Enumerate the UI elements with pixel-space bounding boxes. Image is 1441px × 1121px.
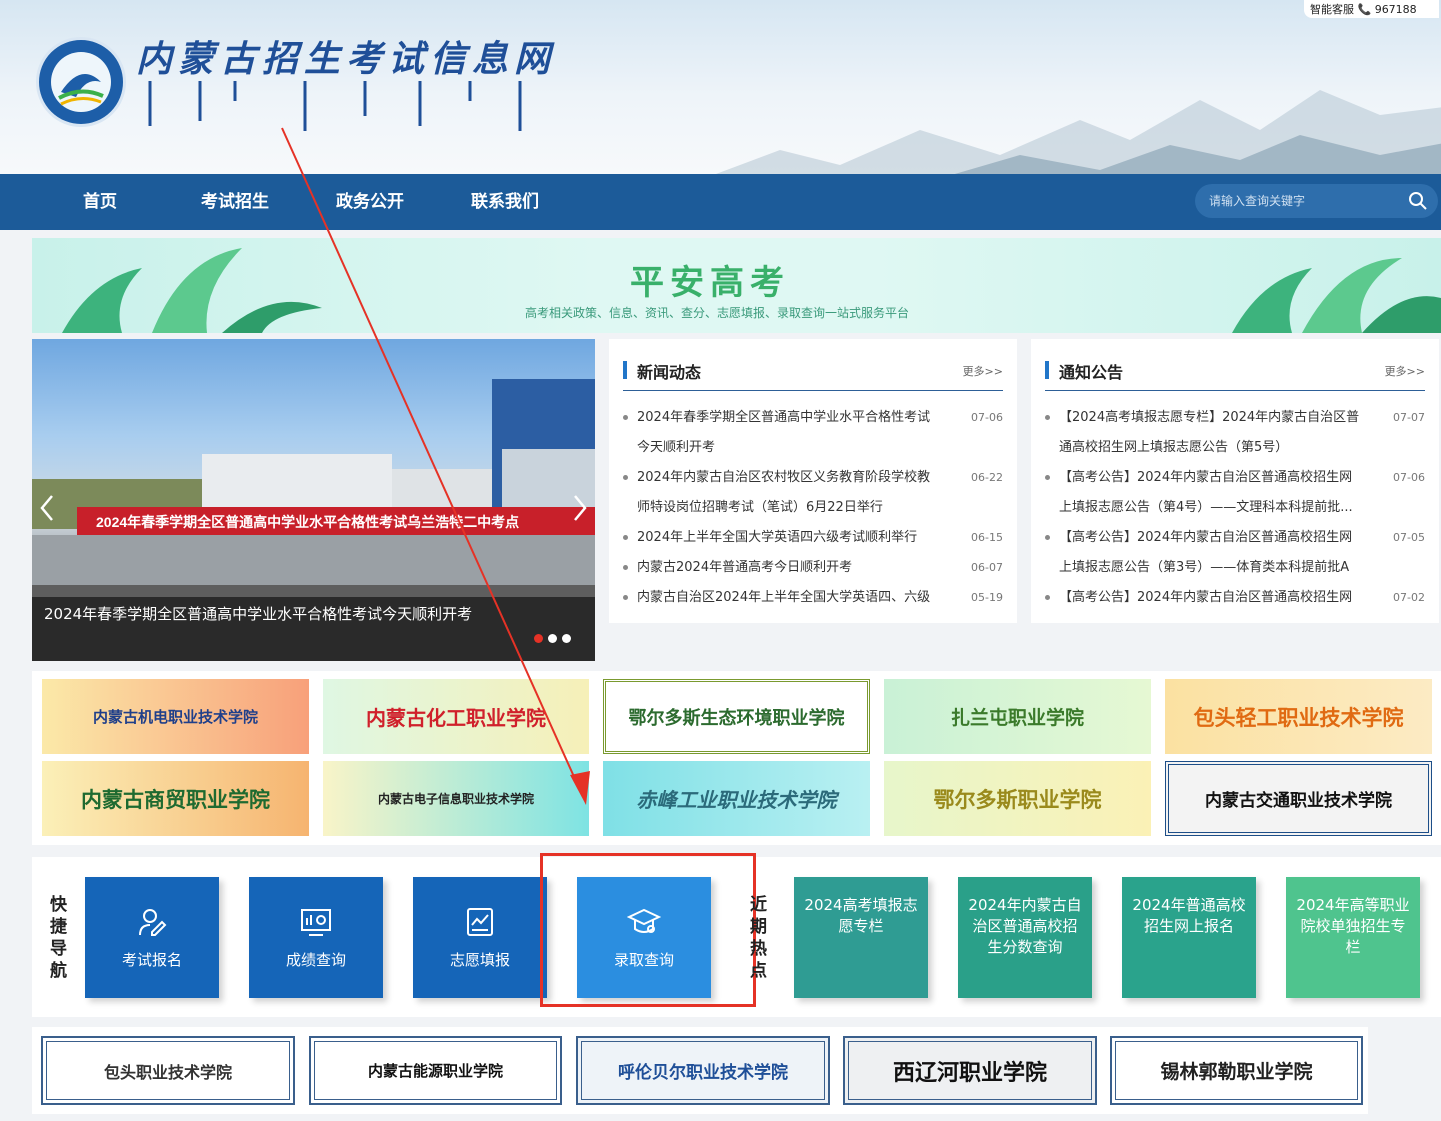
score-query-button[interactable]: 成绩查询 (249, 877, 383, 998)
college-name: 内蒙古商贸职业学院 (81, 786, 270, 812)
slider-dot-1[interactable] (534, 634, 543, 643)
slider-dot-3[interactable] (562, 634, 571, 643)
customer-service-hotline[interactable]: 智能客服 📞 967188 (1304, 0, 1439, 18)
slider-prev-icon[interactable] (38, 493, 56, 523)
mountain-decoration (716, 90, 1441, 174)
news-panel-header: 新闻动态 更多>> (623, 357, 1003, 391)
news-more-link[interactable]: 更多>> (963, 363, 1003, 379)
college-name: 内蒙古电子信息职业技术学院 (377, 792, 534, 806)
banner-title: 平安高考 (630, 263, 790, 303)
news-panel-title: 新闻动态 (637, 363, 702, 382)
application-fill-label: 志愿填报 (449, 951, 510, 969)
college-name: 鄂尔多斯生态环境职业学院 (628, 707, 845, 729)
hot-topic-link[interactable]: 2024年高等职业院校单独招生专栏 (1286, 877, 1420, 998)
college-name: 扎兰屯职业学院 (950, 707, 1084, 729)
slider-dot-2[interactable] (548, 634, 557, 643)
panel-accent-bar (623, 361, 627, 379)
nav-contact-us[interactable]: 联系我们 (471, 174, 539, 230)
chart-report-icon (467, 908, 493, 936)
college-name: 赤峰工业职业技术学院 (636, 788, 837, 812)
quick-nav-label: 快捷导航 (50, 895, 67, 981)
notices-panel-title: 通知公告 (1059, 363, 1124, 382)
bottom-college-link[interactable]: 锡林郭勒职业学院 (1110, 1036, 1363, 1105)
college-link[interactable]: 内蒙古机电职业技术学院 (42, 679, 309, 754)
bottom-college-link[interactable]: 内蒙古能源职业学院 (309, 1036, 562, 1105)
bottom-college-link[interactable]: 西辽河职业学院 (843, 1036, 1097, 1105)
college-link[interactable]: 内蒙古商贸职业学院 (42, 761, 309, 836)
search-box (1195, 184, 1438, 218)
college-name: 内蒙古交通职业技术学院 (1205, 791, 1392, 811)
panel-accent-bar (1045, 361, 1049, 379)
college-link[interactable]: 鄂尔多斯生态环境职业学院 (603, 679, 870, 754)
college-link[interactable]: 鄂尔多斯职业学院 (884, 761, 1151, 836)
hot-topics-label: 近期热点 (750, 895, 767, 981)
user-edit-icon (139, 909, 167, 936)
mongolian-script-logo (148, 81, 522, 131)
college-link[interactable]: 扎兰屯职业学院 (884, 679, 1151, 754)
college-name: 包头轻工职业技术学院 (1193, 704, 1404, 730)
slider-next-icon[interactable] (571, 493, 589, 523)
college-link[interactable]: 包头轻工职业技术学院 (1165, 679, 1432, 754)
banner-subtitle: 高考相关政策、信息、资讯、查分、志愿填报、录取查询一站式服务平台 (525, 306, 910, 320)
bottom-college-link[interactable]: 呼伦贝尔职业技术学院 (576, 1036, 830, 1105)
site-logo[interactable] (36, 37, 126, 127)
bottom-college-link[interactable]: 包头职业技术学院 (41, 1036, 295, 1105)
notices-panel-header: 通知公告 更多>> (1045, 357, 1425, 391)
notices-panel: 通知公告 更多>> 【2024高考填报志愿专栏】2024年内蒙古自治区普 通高校招… (1031, 339, 1439, 623)
search-icon[interactable] (1408, 191, 1428, 211)
site-title: 内蒙古招生考试信息网 (136, 38, 557, 80)
college-link[interactable]: 内蒙古化工职业学院 (323, 679, 589, 754)
college-name: 内蒙古机电职业技术学院 (92, 708, 258, 726)
news-panel: 新闻动态 更多>> 2024年春季学期全区普通高中学业水平合格性考试 今天顺利开考… (609, 339, 1017, 623)
college-name: 内蒙古化工职业学院 (366, 706, 546, 730)
slider-sign-text: 2024年春季学期全区普通高中学业水平合格性考试乌兰浩特二中考点 (96, 514, 519, 530)
exam-registration-button[interactable]: 考试报名 (85, 877, 219, 998)
hot-topic-link[interactable]: 2024高考填报志愿专栏 (794, 877, 928, 998)
hot-topic-link[interactable]: 2024年普通高校招生网上报名 (1122, 877, 1256, 998)
college-link[interactable]: 内蒙古交通职业技术学院 (1165, 761, 1432, 836)
search-input[interactable] (1209, 191, 1399, 211)
exam-registration-label: 考试报名 (121, 951, 182, 969)
notices-more-link[interactable]: 更多>> (1385, 363, 1425, 379)
score-search-icon (301, 909, 331, 936)
college-name: 鄂尔多斯职业学院 (933, 786, 1102, 812)
nav-exam-enrollment[interactable]: 考试招生 (201, 174, 269, 230)
college-link[interactable]: 内蒙古电子信息职业技术学院 (323, 761, 589, 836)
slider-caption[interactable]: 2024年春季学期全区普通高中学业水平合格性考试今天顺利开考 (32, 597, 595, 661)
college-link[interactable]: 赤峰工业职业技术学院 (603, 761, 870, 836)
application-fill-button[interactable]: 志愿填报 (413, 877, 547, 998)
score-query-label: 成绩查询 (285, 951, 346, 969)
nav-home[interactable]: 首页 (83, 174, 117, 230)
nav-government-affairs[interactable]: 政务公开 (336, 174, 404, 230)
annotation-highlight-box (540, 853, 756, 1007)
hot-topic-link[interactable]: 2024年内蒙古自治区普通高校招生分数查询 (958, 877, 1092, 998)
